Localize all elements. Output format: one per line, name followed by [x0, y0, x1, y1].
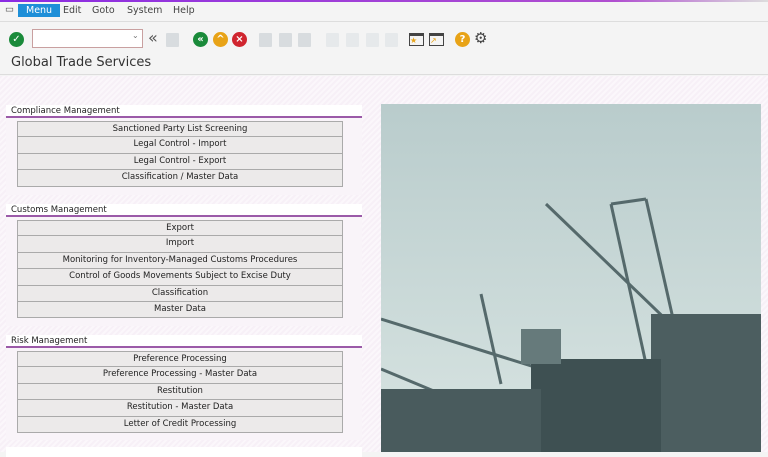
section-title: Compliance Management — [6, 105, 362, 118]
settings-gear-icon[interactable]: ⚙ — [474, 29, 487, 47]
save-icon[interactable] — [166, 33, 179, 47]
chevron-down-icon[interactable]: ⌄ — [132, 31, 139, 40]
menu-bar: ▭ Menu Edit Goto System Help — [0, 2, 768, 22]
command-field[interactable] — [32, 29, 143, 48]
section-next — [6, 447, 362, 457]
master-data-button[interactable]: Master Data — [17, 301, 343, 319]
section-compliance-management: Compliance Management Sanctioned Party L… — [6, 105, 362, 195]
menu-edit[interactable]: Edit — [63, 5, 81, 16]
double-chevron-left-icon[interactable]: « — [148, 28, 158, 47]
exit-icon[interactable]: ^ — [213, 32, 228, 47]
restitution-button[interactable]: Restitution — [17, 383, 343, 401]
preference-processing-master-data-button[interactable]: Preference Processing - Master Data — [17, 367, 343, 384]
last-page-icon[interactable] — [385, 33, 398, 47]
toolbar: ✓ ⌄ « « ^ × ★ ↗ ? ⚙ — [0, 26, 768, 52]
section-customs-management: Customs Management Export Import Monitor… — [6, 204, 362, 326]
classification-master-data-button[interactable]: Classification / Master Data — [17, 170, 343, 187]
previous-page-icon[interactable] — [346, 33, 359, 47]
create-session-icon[interactable]: ★ — [409, 33, 424, 46]
next-page-icon[interactable] — [366, 33, 379, 47]
letter-of-credit-processing-button[interactable]: Letter of Credit Processing — [17, 416, 343, 433]
back-icon[interactable]: « — [193, 32, 208, 47]
section-risk-management: Risk Management Preference Processing Pr… — [6, 335, 362, 440]
find-next-icon[interactable] — [298, 33, 311, 47]
classification-button[interactable]: Classification — [17, 285, 343, 302]
menu-goto[interactable]: Goto — [92, 5, 115, 16]
control-excise-duty-button[interactable]: Control of Goods Movements Subject to Ex… — [17, 269, 343, 286]
first-page-icon[interactable] — [326, 33, 339, 47]
legal-control-import-button[interactable]: Legal Control - Import — [17, 137, 343, 154]
preference-processing-button[interactable]: Preference Processing — [17, 351, 343, 368]
help-icon[interactable]: ? — [455, 32, 470, 47]
legal-control-export-button[interactable]: Legal Control - Export — [17, 153, 343, 171]
restitution-master-data-button[interactable]: Restitution - Master Data — [17, 400, 343, 417]
menu-menu[interactable]: Menu — [18, 4, 61, 17]
menu-system[interactable]: System — [127, 5, 162, 16]
port-cranes-image — [381, 104, 761, 452]
enter-check-icon[interactable]: ✓ — [9, 32, 24, 47]
find-icon[interactable] — [279, 33, 292, 47]
section-title: Customs Management — [6, 204, 362, 217]
export-button[interactable]: Export — [17, 220, 343, 237]
sanctioned-party-list-screening-button[interactable]: Sanctioned Party List Screening — [17, 121, 343, 138]
menu-help[interactable]: Help — [173, 5, 195, 16]
shortcut-icon[interactable]: ↗ — [429, 33, 444, 46]
app-menu-icon[interactable]: ▭ — [5, 4, 14, 15]
section-title: Risk Management — [6, 335, 362, 348]
cancel-icon[interactable]: × — [232, 32, 247, 47]
import-button[interactable]: Import — [17, 236, 343, 253]
print-icon[interactable] — [259, 33, 272, 47]
page-title: Global Trade Services — [0, 52, 768, 75]
monitoring-inventory-customs-button[interactable]: Monitoring for Inventory-Managed Customs… — [17, 252, 343, 270]
